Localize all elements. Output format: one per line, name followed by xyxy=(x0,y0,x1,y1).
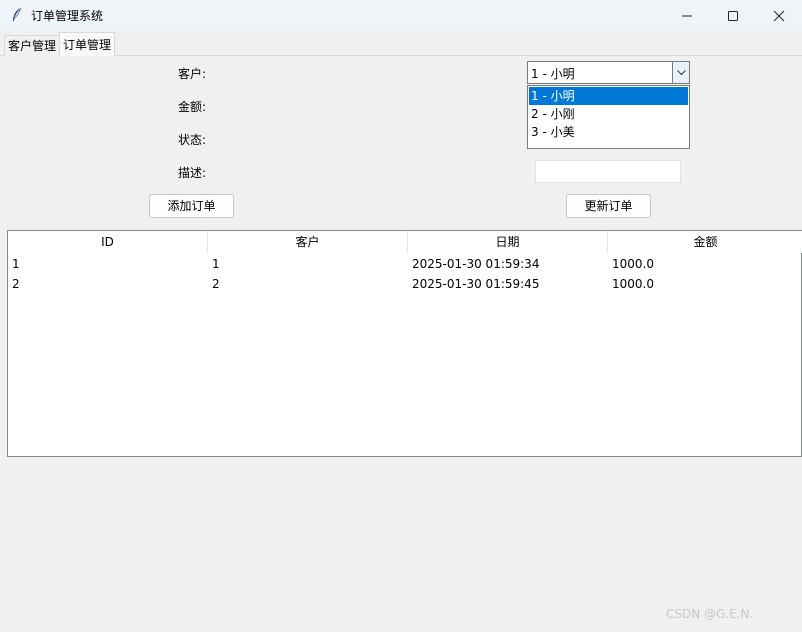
cell-id: 2 xyxy=(12,277,20,291)
cell-date: 2025-01-30 01:59:45 xyxy=(412,277,540,291)
close-icon xyxy=(773,10,785,21)
customer-label: 客户: xyxy=(178,67,207,81)
description-label: 描述: xyxy=(178,166,207,180)
maximize-icon xyxy=(728,10,738,21)
description-input[interactable] xyxy=(535,160,681,183)
close-button[interactable] xyxy=(756,0,802,31)
minimize-button[interactable] xyxy=(664,0,710,31)
combobox-dropdown-button[interactable] xyxy=(672,62,689,83)
column-header-customer[interactable]: 客户 xyxy=(208,231,408,253)
amount-label: 金额: xyxy=(178,100,207,114)
column-header-date[interactable]: 日期 xyxy=(408,231,608,253)
minimize-icon xyxy=(682,15,692,16)
add-order-button[interactable]: 添加订单 xyxy=(149,194,234,218)
feather-icon xyxy=(13,7,22,21)
cell-amount: 1000.0 xyxy=(612,277,654,291)
status-label: 状态: xyxy=(178,133,207,147)
cell-amount: 1000.0 xyxy=(612,257,654,271)
dropdown-option[interactable]: 1 - 小明 xyxy=(529,87,688,105)
cell-date: 2025-01-30 01:59:34 xyxy=(412,257,540,271)
column-header-amount[interactable]: 金额 xyxy=(608,231,802,253)
column-header-id[interactable]: ID xyxy=(8,231,208,253)
customer-selected-value: 1 - 小明 xyxy=(531,67,575,81)
watermark: CSDN @G.E.N. xyxy=(666,607,754,621)
tab-bar: 客户管理 订单管理 xyxy=(0,31,802,56)
cell-customer: 1 xyxy=(212,257,220,271)
cell-customer: 2 xyxy=(212,277,220,291)
dropdown-option[interactable]: 2 - 小刚 xyxy=(529,105,688,123)
customer-dropdown-list: 1 - 小明 2 - 小刚 3 - 小美 xyxy=(527,85,690,149)
cell-id: 1 xyxy=(12,257,20,271)
orders-table[interactable]: ID 客户 日期 金额 1 1 2025-01-30 01:59:34 1000… xyxy=(7,230,802,457)
tab-customer-management[interactable]: 客户管理 xyxy=(4,35,61,56)
maximize-button[interactable] xyxy=(710,0,756,31)
update-order-button[interactable]: 更新订单 xyxy=(566,194,651,218)
window-title: 订单管理系统 xyxy=(31,9,104,23)
tab-order-management[interactable]: 订单管理 xyxy=(59,32,116,56)
chevron-down-icon xyxy=(676,69,686,75)
dropdown-option[interactable]: 3 - 小美 xyxy=(529,123,688,141)
customer-combobox[interactable]: 1 - 小明 xyxy=(527,61,690,84)
title-bar: 订单管理系统 xyxy=(0,0,802,31)
